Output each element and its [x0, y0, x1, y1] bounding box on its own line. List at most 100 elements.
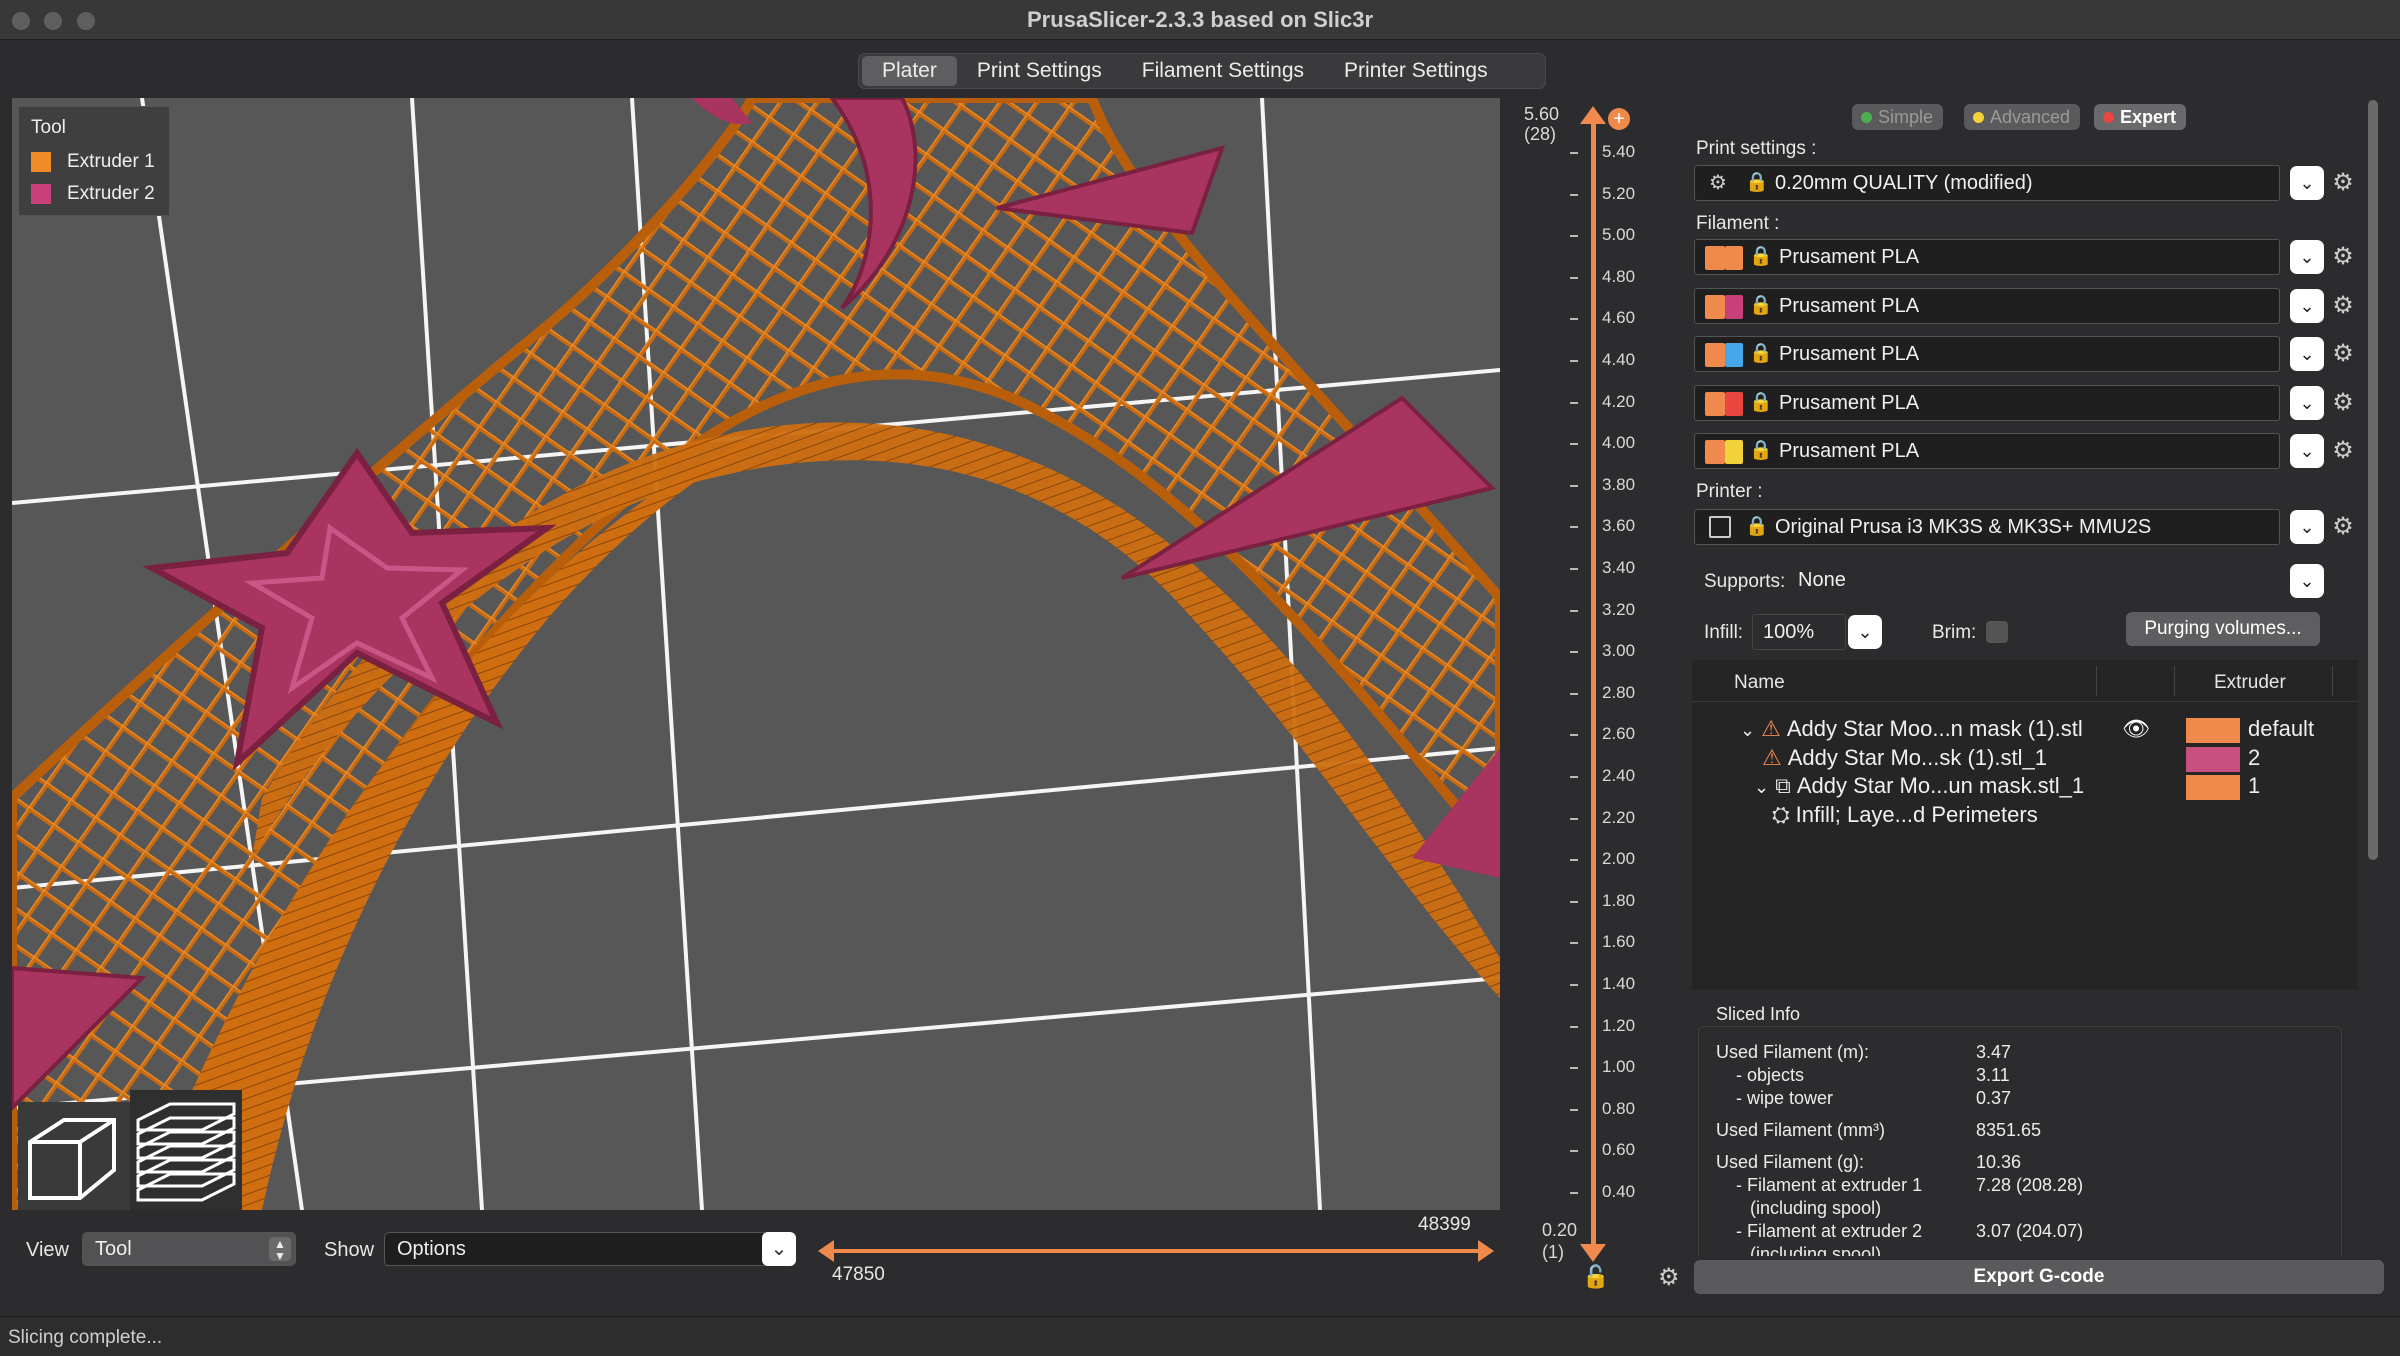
chevron-down-icon[interactable]: ⌄: [1740, 720, 1755, 740]
extruder-color-swatch: [1725, 246, 1743, 270]
infill-dropdown-button[interactable]: ⌄: [1848, 615, 1882, 649]
upper-thumb[interactable]: [1580, 106, 1606, 124]
object-list[interactable]: Name Extruder ⌄ ⚠ Addy Star Moo...n mask (…: [1692, 660, 2358, 990]
tab-filament-settings[interactable]: Filament Settings: [1122, 56, 1324, 86]
extruder-color-swatch[interactable]: [2186, 746, 2240, 772]
extruder-color-swatch[interactable]: [2186, 775, 2240, 800]
right-thumb[interactable]: [1478, 1240, 1494, 1262]
extruder-value[interactable]: 1: [2248, 773, 2260, 799]
layer-tick-mark: [1570, 318, 1578, 321]
view-type-select[interactable]: Tool ▲ ▼: [82, 1232, 296, 1266]
export-gcode-button[interactable]: Export G-code: [1694, 1260, 2384, 1294]
lock-icon[interactable]: 🔓: [1582, 1264, 1609, 1290]
layer-tick-mark: [1570, 1108, 1578, 1111]
extruder-value[interactable]: 2: [2248, 745, 2260, 771]
show-options-select[interactable]: Options: [384, 1232, 768, 1266]
tab-printer-settings[interactable]: Printer Settings: [1324, 56, 1508, 86]
filament-dropdown-button[interactable]: ⌄: [2290, 434, 2324, 468]
layers-icon: [136, 1102, 236, 1202]
filament-settings-gear-icon[interactable]: ⚙: [2330, 389, 2356, 416]
layer-tick-label: 0.80: [1602, 1098, 1636, 1118]
layer-tick-mark: [1570, 235, 1578, 238]
printer-settings-gear-icon[interactable]: ⚙: [2330, 514, 2356, 540]
tab-print-settings[interactable]: Print Settings: [957, 56, 1122, 86]
extruder-1-swatch: [31, 152, 51, 172]
ruler-settings-gear-icon[interactable]: ⚙: [1658, 1263, 1680, 1292]
print-preset-value: 0.20mm QUALITY (modified): [1775, 172, 2033, 194]
filament-settings-gear-icon[interactable]: ⚙: [2330, 341, 2356, 367]
mode-simple-button[interactable]: Simple: [1852, 104, 1944, 130]
eye-icon[interactable]: 👁: [2122, 716, 2150, 742]
brim-checkbox[interactable]: [1986, 621, 2008, 643]
print-preset-dropdown-button[interactable]: ⌄: [2290, 166, 2324, 200]
sliced-info-value: 3.07 (204.07): [1976, 1221, 2084, 1241]
extruder-color-swatch[interactable]: [2186, 718, 2240, 743]
printer-icon: [1709, 516, 1731, 538]
layer-tick-label: 2.60: [1602, 724, 1636, 744]
purging-volumes-button[interactable]: Purging volumes...: [2126, 612, 2320, 646]
layer-tick-mark: [1570, 484, 1578, 487]
filament-preset-combo[interactable]: 🔒 Prusament PLA: [1694, 239, 2280, 275]
supports-combo[interactable]: None: [1794, 563, 2280, 599]
filament-preset-value: Prusament PLA: [1779, 294, 1920, 317]
mode-advanced-button[interactable]: Advanced: [1964, 104, 2081, 130]
column-name-header[interactable]: Name: [1734, 672, 1785, 694]
gcode-preview-viewport[interactable]: Tool Extruder 1 Extruder 2: [12, 98, 1500, 1210]
supports-dropdown-button[interactable]: ⌄: [2290, 564, 2324, 598]
filament-settings-gear-icon[interactable]: ⚙: [2330, 292, 2356, 319]
add-color-change-icon[interactable]: +: [1608, 108, 1630, 130]
mode-expert-button[interactable]: Expert: [2094, 104, 2187, 130]
lock-icon: 🔒: [1745, 172, 1769, 193]
filament-color-swatch: [1705, 343, 1725, 367]
legend-title: Tool: [31, 117, 66, 138]
layer-tick-label: 1.00: [1602, 1057, 1636, 1077]
object-list-row[interactable]: ⚠ Addy Star Mo...sk (1).stl_1: [1762, 745, 2047, 771]
filament-preset-combo[interactable]: 🔒 Prusament PLA: [1694, 336, 2280, 372]
preview-view-button[interactable]: [130, 1090, 242, 1210]
printer-preset-combo[interactable]: 🔒 Original Prusa i3 MK3S & MK3S+ MMU2S: [1694, 509, 2280, 545]
sliced-info-label: - Filament at extruder 2: [1736, 1221, 1923, 1241]
filament-settings-gear-icon[interactable]: ⚙: [2330, 438, 2356, 464]
3d-view-button[interactable]: [18, 1102, 130, 1210]
extruder-value[interactable]: default: [2248, 716, 2314, 742]
sidebar-scrollbar[interactable]: [2368, 100, 2378, 860]
filament-dropdown-button[interactable]: ⌄: [2290, 288, 2324, 323]
infill-combo[interactable]: 100%: [1752, 614, 1846, 650]
tool-legend: Tool Extruder 1 Extruder 2: [18, 106, 170, 216]
simple-dot-icon: [1861, 112, 1872, 123]
filament-preset-combo[interactable]: 🔒 Prusament PLA: [1694, 384, 2280, 421]
lower-thumb[interactable]: [1580, 1244, 1606, 1262]
layer-slider[interactable]: 5.60 (28) + 5.40 5.20 5.00 4.80 4.60 4.40 4.20…: [1508, 98, 1688, 1298]
filament-preset-combo[interactable]: 🔒 Prusament PLA: [1694, 287, 2280, 324]
main-tabs: Plater Print Settings Filament Settings …: [858, 53, 1546, 89]
show-options-value: Options: [397, 1238, 466, 1260]
object-list-row[interactable]: ⌄ ⧉ Addy Star Mo...un mask.stl_1: [1754, 773, 2084, 799]
filament-dropdown-button[interactable]: ⌄: [2290, 385, 2324, 420]
layer-tick-label: 2.80: [1602, 682, 1636, 702]
column-extruder-header[interactable]: Extruder: [2214, 672, 2286, 694]
infill-value: 100%: [1763, 621, 1815, 643]
object-list-row[interactable]: ⌄ ⚠ Addy Star Moo...n mask (1).stl: [1740, 716, 2083, 742]
expert-dot-icon: [2103, 112, 2114, 123]
sliced-info-label: Used Filament (m):: [1716, 1042, 1870, 1062]
chevron-down-icon[interactable]: ⌄: [1754, 777, 1769, 797]
printer-preset-dropdown-button[interactable]: ⌄: [2290, 510, 2324, 544]
left-thumb[interactable]: [818, 1240, 834, 1262]
legend-label-extruder-1: Extruder 1: [67, 151, 155, 172]
filament-preset-combo[interactable]: 🔒 Prusament PLA: [1694, 433, 2280, 469]
print-settings-gear-icon[interactable]: ⚙: [2330, 170, 2356, 196]
layer-tick-label: 4.60: [1602, 308, 1636, 328]
horizontal-slider-track[interactable]: [824, 1249, 1490, 1253]
sliced-info-label: (including spool): [1750, 1198, 1882, 1218]
filament-preset-value: Prusament PLA: [1779, 246, 1920, 268]
show-options-dropdown-button[interactable]: ⌄: [762, 1232, 796, 1266]
tab-plater[interactable]: Plater: [862, 56, 957, 86]
object-name: Addy Star Mo...un mask.stl_1: [1796, 773, 2085, 798]
print-preset-combo[interactable]: ⚙ 🔒 0.20mm QUALITY (modified): [1694, 165, 2280, 201]
filament-dropdown-button[interactable]: ⌄: [2290, 337, 2324, 371]
layer-tick-mark: [1570, 568, 1578, 570]
filament-settings-gear-icon[interactable]: ⚙: [2330, 244, 2356, 270]
layer-top-index: (28): [1524, 124, 1557, 144]
filament-dropdown-button[interactable]: ⌄: [2290, 240, 2324, 274]
object-list-row[interactable]: ⛭ Infill; Laye...d Perimeters: [1772, 802, 2038, 828]
